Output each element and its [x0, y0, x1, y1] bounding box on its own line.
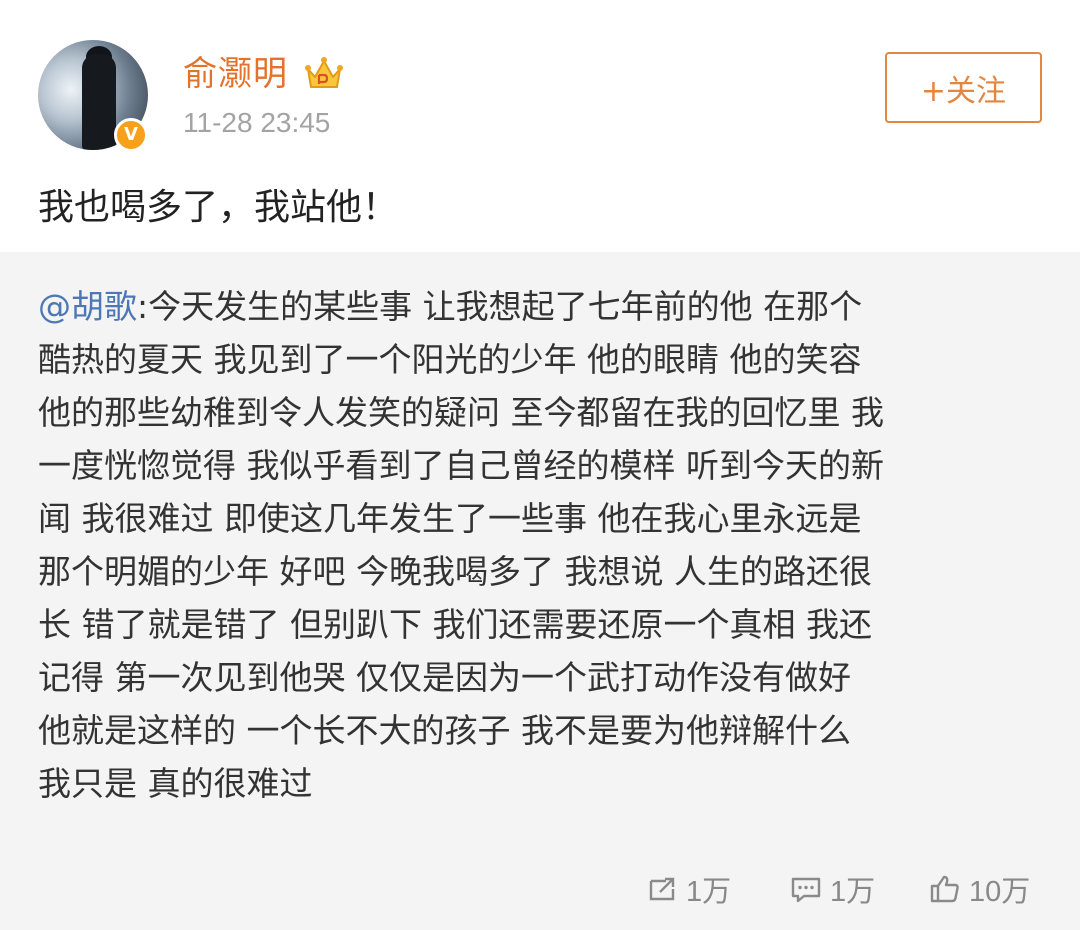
repost-action[interactable]: 1万 — [646, 866, 731, 912]
comment-action[interactable]: 1万 — [790, 866, 875, 912]
author-name[interactable]: 俞灏明 — [183, 54, 288, 94]
repost-line: 他的那些幼稚到令人发笑的疑问 至今都留在我的回忆里 我 — [38, 393, 884, 432]
repost-line: @胡歌:今天发生的某些事 让我想起了七年前的他 在那个 — [38, 280, 1048, 333]
repost-line: 闻 我很难过 即使这几年发生了一些事 他在我心里永远是 — [38, 499, 862, 538]
repost-line: 一度恍惚觉得 我似乎看到了自己曾经的模样 听到今天的新 — [38, 446, 884, 485]
repost-line: 那个明媚的少年 好吧 今晚我喝多了 我想说 人生的路还很 — [38, 552, 872, 591]
thumbs-up-icon — [930, 875, 959, 903]
repost-line: 我只是 真的很难过 — [38, 764, 313, 803]
vip-crown-icon — [305, 57, 343, 88]
repost-line-text: :今天发生的某些事 让我想起了七年前的他 在那个 — [137, 287, 863, 326]
post-text: 我也喝多了，我站他！ — [38, 187, 399, 228]
post-header: V 俞灏明 11-28 23:45 +关注 我也喝多了，我站他！ — [0, 0, 1080, 252]
comment-icon — [791, 877, 821, 903]
repost-line: 记得 第一次见到他哭 仅仅是因为一个武打动作没有做好 — [38, 658, 851, 697]
verified-v-icon: V — [114, 118, 148, 152]
repost-line: 长 错了就是错了 但别趴下 我们还需要还原一个真相 我还 — [38, 605, 872, 644]
comment-count: 1万 — [830, 876, 876, 908]
repost-text: @胡歌:今天发生的某些事 让我想起了七年前的他 在那个 酷热的夏天 我见到了一个… — [38, 280, 1048, 810]
mention-link[interactable]: @胡歌 — [38, 287, 137, 326]
like-action[interactable]: 10万 — [929, 866, 1030, 912]
repost-line: 他就是这样的 一个长不大的孩子 我不是要为他辩解什么 — [38, 711, 851, 750]
like-count: 10万 — [969, 876, 1031, 908]
follow-button[interactable]: +关注 — [885, 52, 1042, 123]
repost-block[interactable]: @胡歌:今天发生的某些事 让我想起了七年前的他 在那个 酷热的夏天 我见到了一个… — [0, 252, 1080, 930]
post-timestamp: 11-28 23:45 — [183, 107, 331, 138]
repost-line: 酷热的夏天 我见到了一个阳光的少年 他的眼睛 他的笑容 — [38, 340, 862, 379]
repost-count: 1万 — [686, 876, 732, 908]
repost-icon — [649, 877, 675, 901]
avatar-figure — [82, 54, 116, 150]
